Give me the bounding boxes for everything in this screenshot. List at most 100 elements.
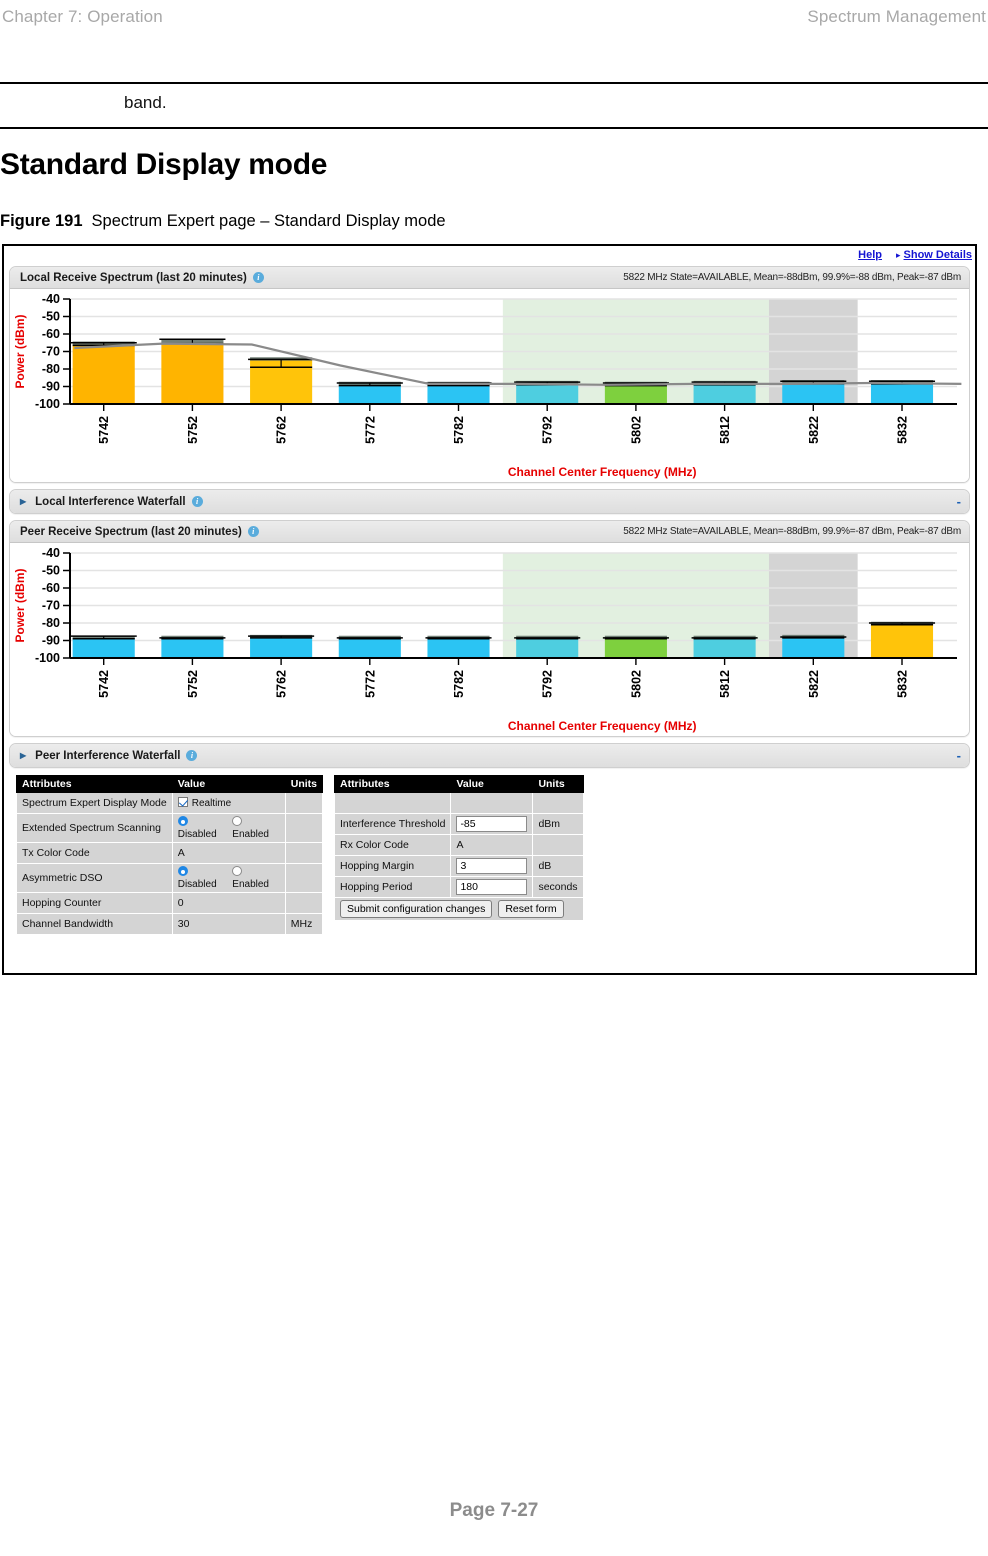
x-tick-label: 5782: [452, 416, 466, 444]
realtime-checkbox[interactable]: [177, 797, 188, 807]
bar-5832: [870, 383, 934, 404]
x-tick-label: 5772: [363, 416, 377, 444]
x-tick-label: 5752: [186, 416, 200, 444]
y-tick-label: -80: [42, 616, 60, 630]
row-units-rx-color-code: [532, 834, 584, 856]
x-tick-label: 5802: [629, 416, 643, 444]
minimize-icon[interactable]: -: [957, 495, 961, 508]
spectrum-expert-screenshot: Help ▸ Show Details Local Receive Spectr…: [2, 244, 977, 975]
bar-5782: [427, 638, 490, 658]
panel-peer-receive-spectrum: Peer Receive Spectrum (last 20 minutes) …: [9, 520, 970, 737]
submit-configuration-changes-button[interactable]: Submit configuration changes: [339, 900, 493, 918]
x-tick-label: 5782: [452, 670, 466, 698]
chart-svg-peer: -40 -50 -60 -70 -80 -90 -100 5742 5752 5762 5772 57…: [13, 546, 957, 733]
row-label-interference-threshold: Interference Threshold: [333, 813, 452, 835]
row-value-asymmetric-dso[interactable]: Disabled Enabled: [171, 863, 286, 893]
row-label-spectrum-expert-display-mode: Spectrum Expert Display Mode: [16, 792, 173, 814]
interference-threshold-input[interactable]: [456, 816, 528, 832]
column-header-units: Units: [284, 775, 323, 793]
panel-header-local-waterfall[interactable]: ▶ Local Interference Waterfall i -: [10, 490, 969, 513]
panel-local-interference-waterfall[interactable]: ▶ Local Interference Waterfall i -: [9, 489, 970, 514]
row-label-hopping-counter: Hopping Counter: [16, 892, 173, 914]
note-rule-bottom: [0, 127, 988, 129]
info-icon[interactable]: i: [247, 526, 259, 537]
chart-peer-receive-spectrum: -40 -50 -60 -70 -80 -90 -100 5742 5752 5762 5772 57…: [10, 543, 969, 736]
row-value-extended-spectrum-scanning[interactable]: Disabled Enabled: [171, 813, 286, 843]
row-value-hopping-margin[interactable]: [450, 855, 534, 877]
row-label-extended-spectrum-scanning: Extended Spectrum Scanning: [16, 813, 173, 843]
bar-5772: [338, 638, 401, 658]
column-header-units: Units: [532, 775, 584, 793]
asymmetric-dso-enabled-radio[interactable]: [232, 866, 243, 876]
bar-5792: [516, 638, 579, 658]
table-row: Tx Color Code A: [16, 842, 323, 864]
info-icon[interactable]: i: [186, 750, 198, 761]
running-head: Chapter 7: Operation Spectrum Management: [0, 0, 988, 34]
y-tick-label: -40: [42, 546, 60, 560]
extended-scanning-disabled-radio[interactable]: [177, 816, 188, 826]
table-header-row: Attributes Value Units: [333, 775, 584, 793]
table-row: Spectrum Expert Display Mode Realtime: [16, 792, 323, 814]
hopping-margin-input[interactable]: [456, 858, 528, 874]
minimize-icon[interactable]: -: [957, 749, 961, 762]
asymmetric-dso-enabled-label: Enabled: [232, 879, 269, 890]
help-link[interactable]: Help: [858, 249, 882, 261]
info-icon[interactable]: i: [252, 272, 264, 283]
row-units-extended-spectrum-scanning: [284, 813, 323, 843]
column-header-value: Value: [171, 775, 286, 793]
table-row: Asymmetric DSO Disabled Enabled: [16, 863, 323, 893]
info-icon[interactable]: i: [191, 496, 203, 507]
x-tick-label: 5822: [807, 670, 821, 698]
row-units-hopping-period: seconds: [532, 876, 584, 898]
extended-scanning-enabled-label: Enabled: [232, 829, 269, 840]
row-value-rx-color-code: A: [450, 834, 534, 856]
y-tick-label: -70: [42, 345, 60, 359]
spacer-cell: [532, 792, 584, 814]
asymmetric-dso-disabled-radio[interactable]: [177, 866, 188, 876]
show-details-link[interactable]: Show Details: [904, 249, 972, 261]
extended-scanning-disabled-label: Disabled: [177, 829, 217, 840]
table-row-buttons: Submit configuration changes Reset form: [333, 897, 584, 921]
bar-5812: [693, 383, 756, 404]
table-row: Extended Spectrum Scanning Disabled Enab…: [16, 813, 323, 843]
y-tick-label: -90: [42, 634, 60, 648]
panel-peer-interference-waterfall[interactable]: ▶ Peer Interference Waterfall i -: [9, 743, 970, 768]
row-units-hopping-counter: [284, 892, 323, 914]
panel-header-peer-waterfall[interactable]: ▶ Peer Interference Waterfall i -: [10, 744, 969, 767]
row-value-hopping-period[interactable]: [450, 876, 534, 898]
chevron-right-icon: ▸: [896, 249, 901, 260]
row-units-interference-threshold: dBm: [532, 813, 584, 835]
chart-local-receive-spectrum: -40 -50 -60 -70 -80 -90 -100 5742 5752 5762 5772 57…: [10, 289, 969, 482]
row-value-interference-threshold[interactable]: [450, 813, 534, 835]
table-row: Rx Color Code A: [333, 834, 584, 856]
row-value-channel-bandwidth: 30: [171, 913, 286, 935]
column-header-attributes: Attributes: [333, 775, 452, 793]
page-number: Page 7-27: [449, 1500, 539, 1521]
x-tick-label: 5792: [541, 670, 555, 698]
bar-5762: [250, 637, 313, 658]
running-head-right: Spectrum Management: [807, 7, 986, 26]
hopping-period-input[interactable]: [456, 879, 528, 895]
y-tick-label: -50: [42, 564, 60, 578]
x-tick-label: 5812: [718, 416, 732, 444]
panel-title-group: Local Receive Spectrum (last 20 minutes)…: [20, 272, 264, 284]
extended-scanning-enabled-radio[interactable]: [232, 816, 243, 826]
figure-caption-text: Spectrum Expert page – Standard Display …: [91, 212, 446, 230]
spacer-cell: [333, 792, 452, 814]
x-tick-label: 5742: [97, 416, 111, 444]
note-rule-top: [0, 82, 988, 84]
table-row: Hopping Period seconds: [333, 876, 584, 898]
y-tick-label: -50: [42, 310, 60, 324]
row-units-asymmetric-dso: [284, 863, 323, 893]
bar-5802: [604, 384, 667, 404]
bar-5772: [338, 384, 401, 404]
spacer-cell: [450, 792, 534, 814]
x-tick-label: 5832: [896, 670, 910, 698]
bar-5802: [604, 638, 667, 658]
figure-number: Figure 191: [0, 212, 83, 230]
row-value-spectrum-expert-display-mode[interactable]: Realtime: [171, 792, 286, 814]
reset-form-button[interactable]: Reset form: [498, 900, 564, 918]
bar-5752: [161, 638, 224, 658]
row-label-rx-color-code: Rx Color Code: [333, 834, 452, 856]
button-row-cell: Submit configuration changes Reset form: [333, 897, 584, 921]
